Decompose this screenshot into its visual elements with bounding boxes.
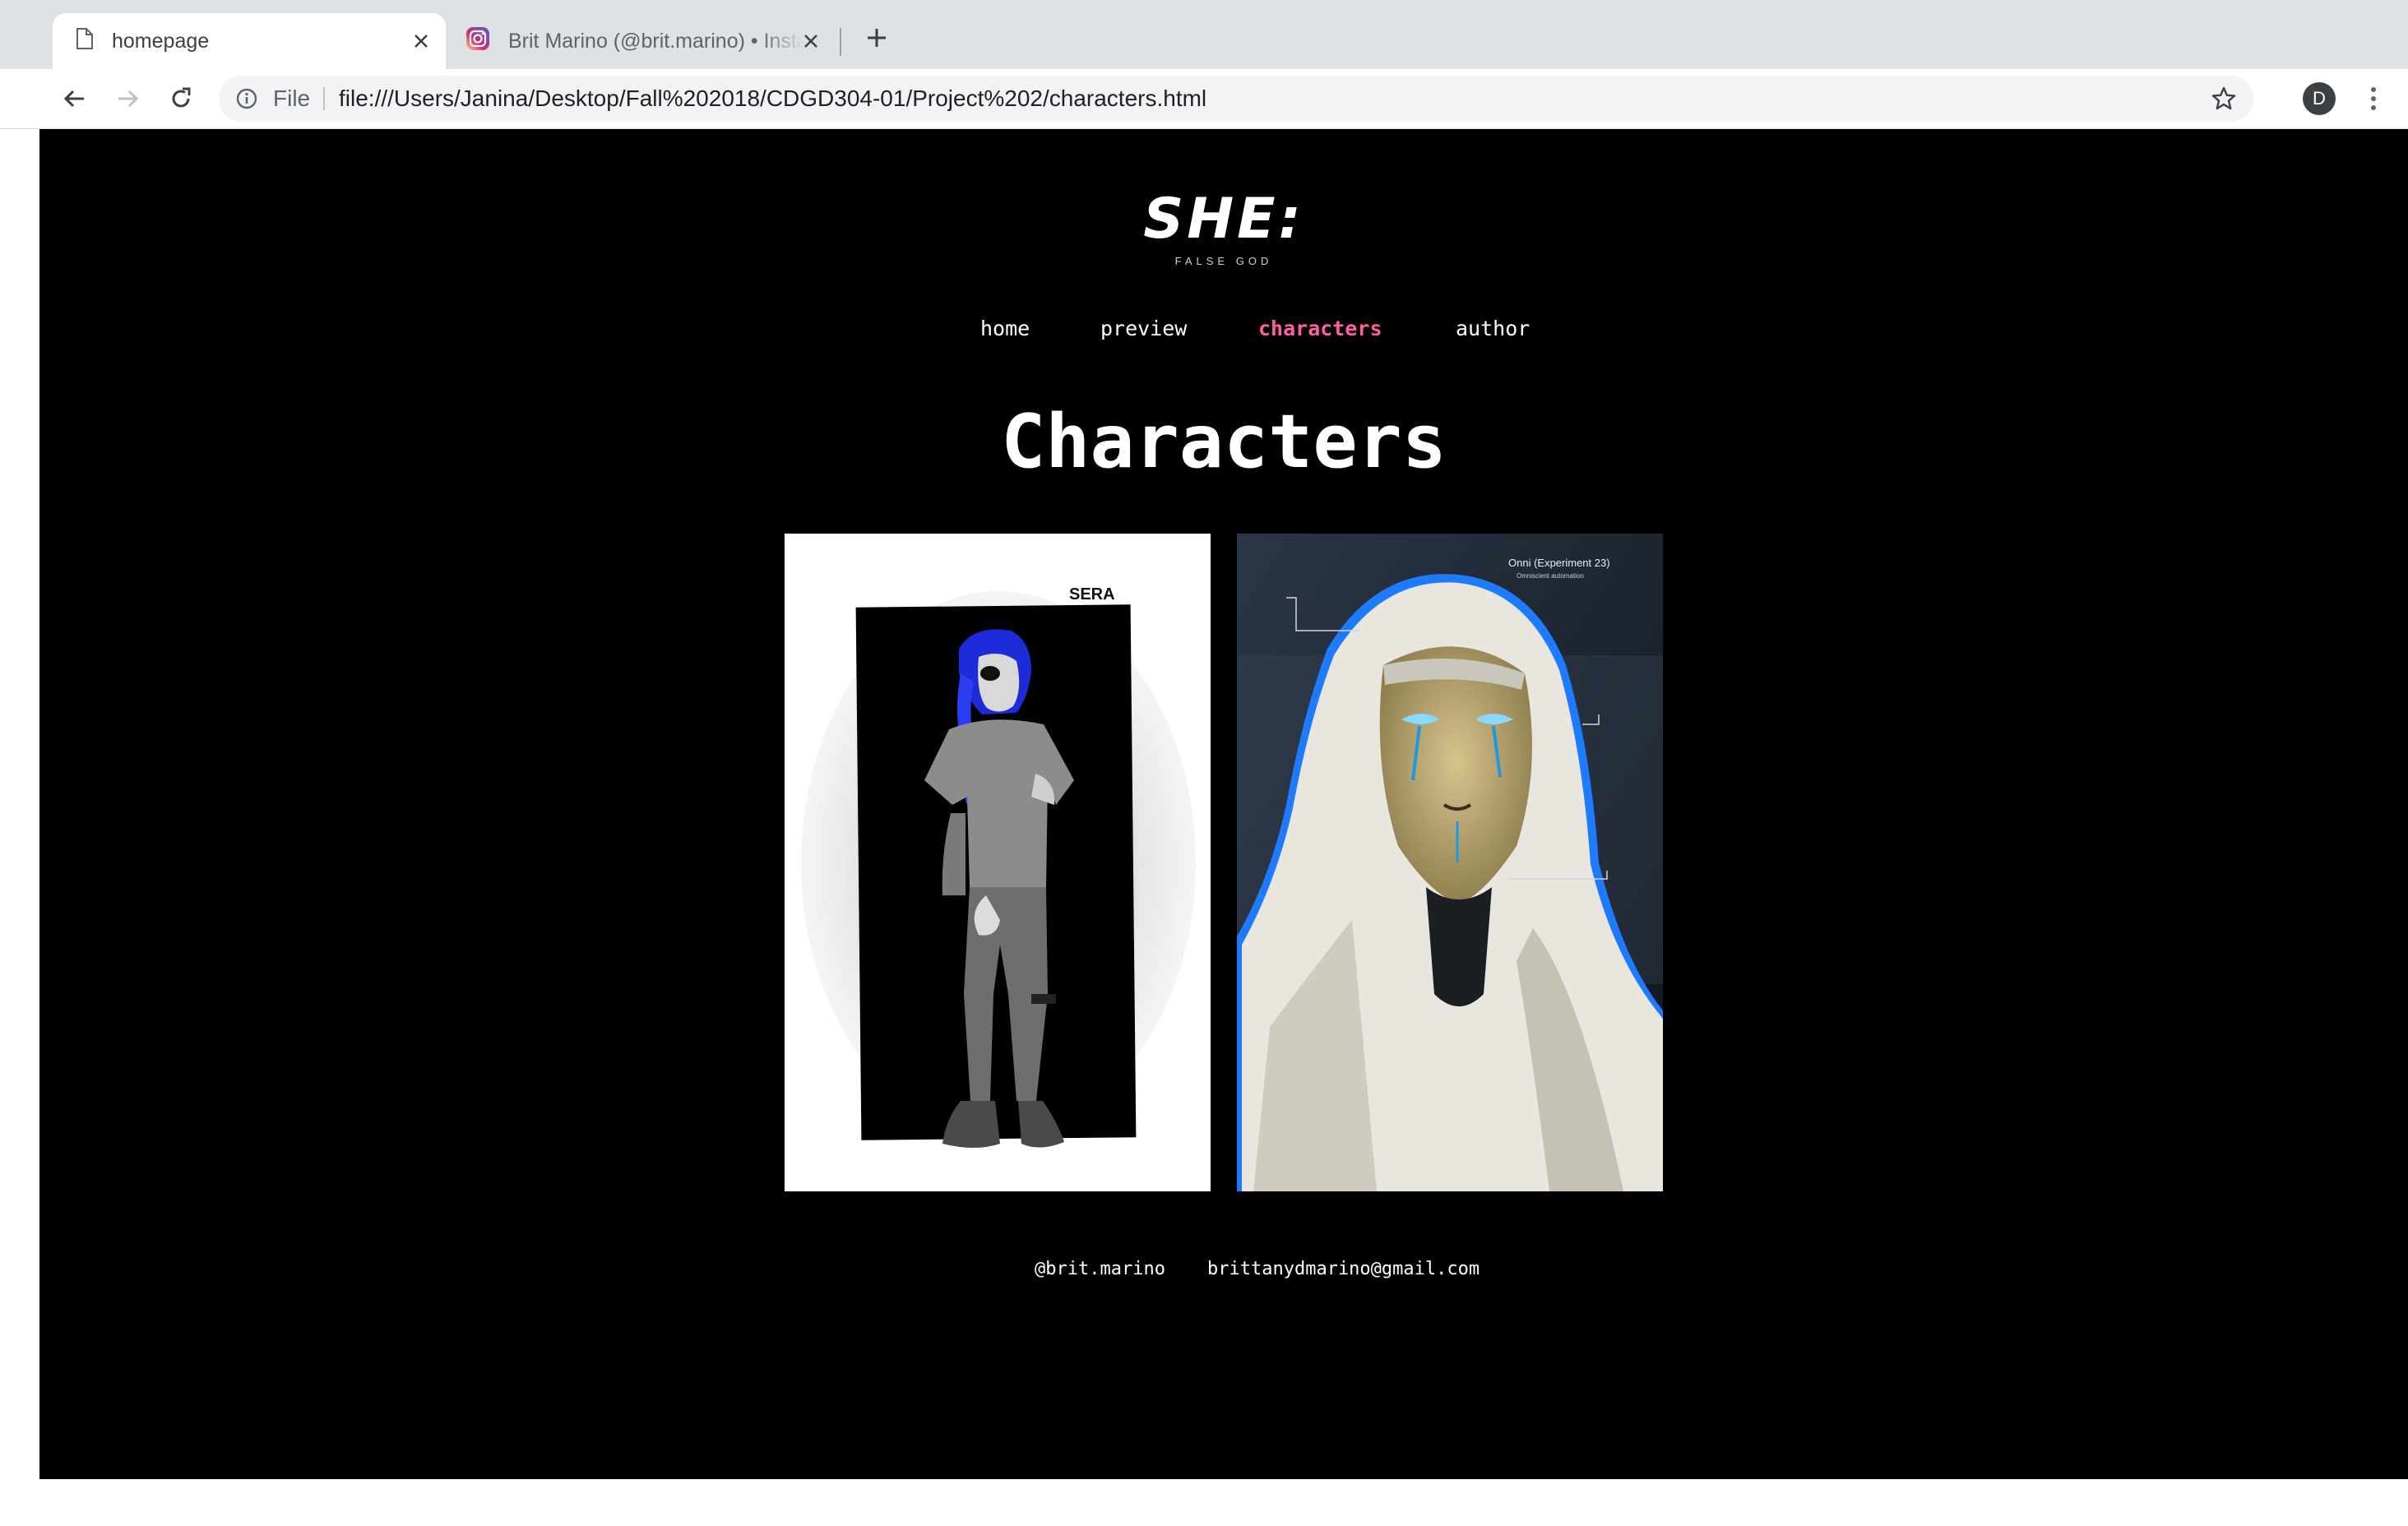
page-title: Characters [1001,399,1447,485]
forward-arrow-icon[interactable] [113,84,143,113]
character-image-onni: Onni (Experiment 23) Omniscient automati… [1237,534,1663,1191]
character-image-sera: SERA [785,534,1211,1191]
logo-tagline: FALSE GOD [1174,255,1273,267]
document-icon [76,27,94,55]
bookmark-star-icon[interactable] [2211,86,2237,116]
nav-characters-link[interactable]: characters [1258,317,1382,340]
more-menu-icon[interactable] [2362,82,2385,115]
reload-icon[interactable] [166,84,196,113]
image-label: Onni (Experiment 23) [1508,557,1610,569]
back-arrow-icon[interactable] [59,84,89,113]
image-sublabel: Omniscient automation [1517,572,1584,580]
tab-instagram[interactable]: Brit Marino (@brit.marino) • Instagram [447,13,836,69]
tab-title: homepage [112,29,210,53]
new-tab-icon[interactable] [860,21,893,54]
toolbar: File file:///Users/Janina/Desktop/Fall%2… [0,69,2408,129]
tab-title: Brit Marino (@brit.marino) • Instagram [508,29,804,53]
instagram-icon [465,26,490,57]
address-bar[interactable]: File file:///Users/Janina/Desktop/Fall%2… [219,76,2253,122]
info-icon[interactable] [235,87,258,114]
close-icon[interactable] [801,31,821,51]
profile-avatar[interactable]: D [2303,82,2336,115]
nav-preview-link[interactable]: preview [1100,317,1187,340]
nav-author-link[interactable]: author [1456,317,1530,340]
logo-mark: SHE: [1143,187,1304,252]
url-text[interactable]: file:///Users/Janina/Desktop/Fall%202018… [339,86,1206,112]
tab-strip: homepage Brit Marino (@brit.marino) • In… [0,0,2408,69]
browser-chrome: homepage Brit Marino (@brit.marino) • In… [0,0,2408,129]
omnibox-divider [323,87,325,110]
nav-home-link[interactable]: home [980,317,1030,340]
url-scheme-label: File [273,86,311,111]
image-signature: SERA [1069,585,1115,603]
instagram-handle-link[interactable]: @brit.marino [1035,1259,1165,1279]
close-icon[interactable] [411,31,431,51]
site-logo[interactable]: SHE: FALSE GOD [39,187,2408,267]
tab-divider [840,28,841,56]
tab-homepage[interactable]: homepage [53,13,446,69]
page-viewport: SHE: FALSE GOD home preview characters a… [39,129,2408,1479]
email-link[interactable]: brittanydmarino@gmail.com [1207,1259,1480,1279]
